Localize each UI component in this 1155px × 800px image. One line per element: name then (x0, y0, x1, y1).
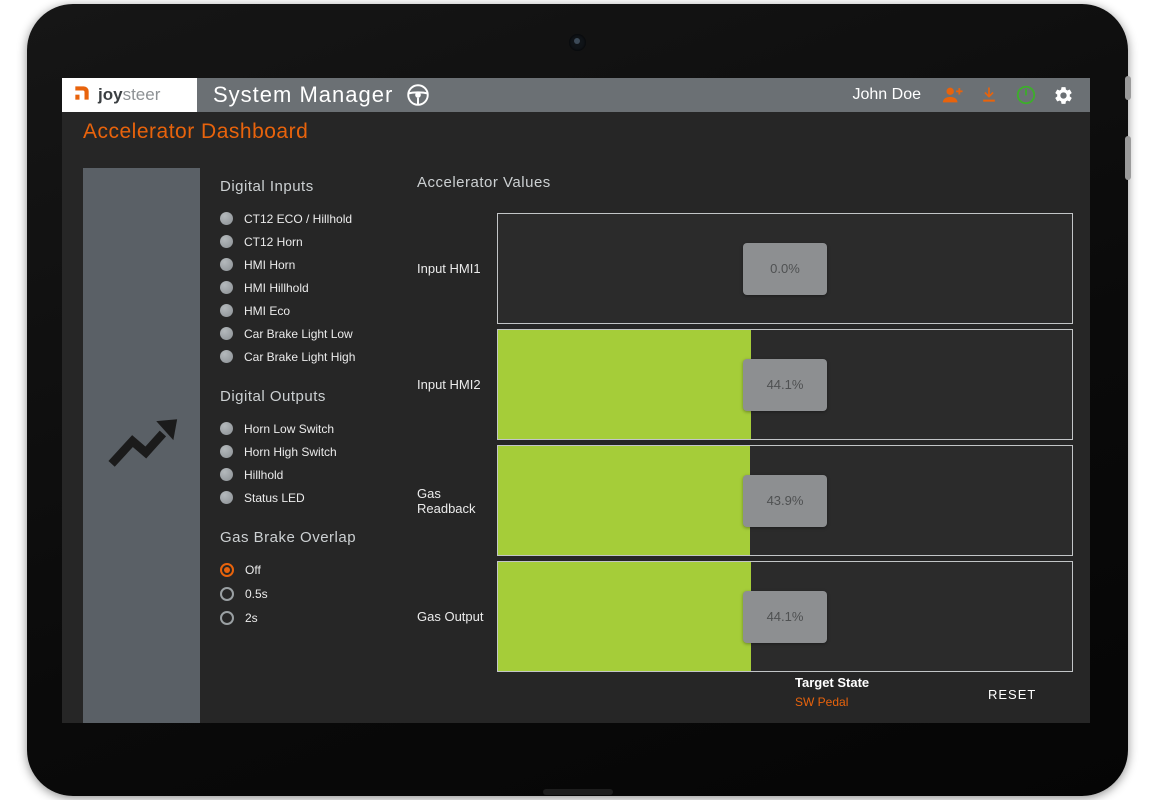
led-indicator-icon (220, 212, 233, 225)
target-state-value: SW Pedal (795, 695, 869, 709)
bar-label: Gas Readback (417, 445, 497, 556)
trending-up-icon[interactable] (104, 412, 180, 479)
overlap-option-label: 0.5s (245, 587, 268, 601)
digital-input-label: Car Brake Light High (244, 350, 355, 364)
target-state-label: Target State (795, 675, 869, 690)
digital-input-label: Car Brake Light Low (244, 327, 353, 341)
digital-output-label: Horn Low Switch (244, 422, 334, 436)
value-row-gas-output: Gas Output 44.1% (417, 561, 1073, 672)
digital-input-label: CT12 ECO / Hillhold (244, 212, 352, 226)
app-title: System Manager (213, 82, 393, 108)
side-rail (83, 168, 200, 723)
joysteer-logo-icon (72, 83, 92, 108)
led-indicator-icon (220, 258, 233, 271)
bar-fill (498, 330, 751, 439)
logo-text-steer: steer (123, 85, 161, 104)
value-row-gas-readback: Gas Readback 43.9% (417, 445, 1073, 556)
value-row-input-hmi2: Input HMI2 44.1% (417, 329, 1073, 440)
led-indicator-icon (220, 327, 233, 340)
hardware-power-button (1125, 76, 1131, 100)
bar-value-badge: 0.0% (743, 243, 827, 295)
digital-output-label: Hillhold (244, 468, 283, 482)
bar-label: Gas Output (417, 561, 497, 672)
power-status-icon[interactable] (1015, 84, 1037, 106)
value-row-input-hmi1: Input HMI1 0.0% (417, 213, 1073, 324)
bar-value-badge: 44.1% (743, 359, 827, 411)
led-indicator-icon (220, 445, 233, 458)
bar-fill (498, 562, 751, 671)
led-indicator-icon (220, 468, 233, 481)
digital-input-label: HMI Eco (244, 304, 290, 318)
reset-button[interactable]: RESET (982, 683, 1042, 706)
overlap-option-label: 2s (245, 611, 258, 625)
bar-gauge: 44.1% (497, 329, 1073, 440)
tablet-frame: joysteer System Manager John Doe (27, 4, 1128, 796)
led-indicator-icon (220, 491, 233, 504)
led-indicator-icon (220, 350, 233, 363)
led-indicator-icon (220, 422, 233, 435)
target-state: Target State SW Pedal (795, 675, 869, 709)
digital-input-label: HMI Hillhold (244, 281, 309, 295)
bar-label: Input HMI1 (417, 213, 497, 324)
joysteer-logo[interactable]: joysteer (62, 78, 197, 112)
accelerator-values-panel: Accelerator Values Input HMI1 0.0% Input… (417, 174, 1073, 677)
logo-text-joy: joy (98, 85, 123, 104)
digital-output-label: Horn High Switch (244, 445, 337, 459)
bar-gauge: 0.0% (497, 213, 1073, 324)
steering-wheel-icon (405, 82, 431, 108)
screen: joysteer System Manager John Doe (62, 78, 1090, 723)
led-indicator-icon (220, 281, 233, 294)
radio-icon (220, 611, 234, 625)
bar-gauge: 44.1% (497, 561, 1073, 672)
add-user-icon[interactable] (941, 84, 963, 106)
bar-fill (498, 446, 750, 555)
download-icon[interactable] (979, 85, 999, 105)
gear-icon[interactable] (1053, 85, 1074, 106)
led-indicator-icon (220, 304, 233, 317)
overlap-option-label: Off (245, 563, 261, 577)
led-indicator-icon (220, 235, 233, 248)
digital-input-label: HMI Horn (244, 258, 295, 272)
bar-gauge: 43.9% (497, 445, 1073, 556)
accelerator-values-title: Accelerator Values (417, 174, 1073, 191)
radio-icon (220, 587, 234, 601)
bar-value-badge: 43.9% (743, 475, 827, 527)
radio-icon (220, 563, 234, 577)
user-name[interactable]: John Doe (853, 86, 922, 104)
appbar-actions: John Doe (853, 84, 1091, 106)
digital-input-label: CT12 Horn (244, 235, 303, 249)
bar-value-badge: 44.1% (743, 591, 827, 643)
bar-label: Input HMI2 (417, 329, 497, 440)
app-bar: joysteer System Manager John Doe (62, 78, 1090, 112)
charging-port (543, 789, 613, 795)
digital-output-label: Status LED (244, 491, 305, 505)
hardware-volume-button (1125, 136, 1131, 180)
page-title: Accelerator Dashboard (83, 120, 308, 144)
front-camera (569, 34, 586, 51)
